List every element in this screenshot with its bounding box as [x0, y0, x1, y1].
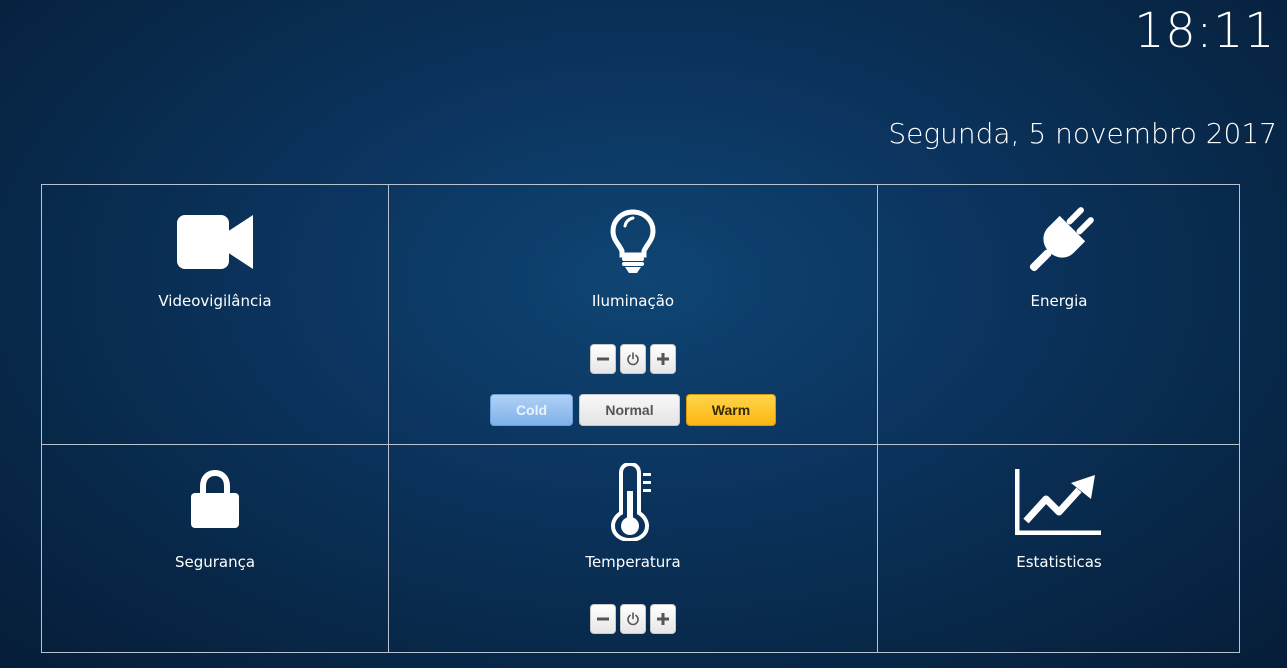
clock: 18:11 — [1134, 3, 1275, 59]
mode-cold-button[interactable]: Cold — [490, 394, 573, 426]
light-bulb-icon — [610, 209, 656, 279]
tile-temperatura[interactable]: Temperatura — [389, 445, 877, 653]
thermometer-icon — [610, 461, 656, 545]
dashboard-grid: Videovigilância Iluminação Cold Normal W… — [41, 184, 1240, 653]
power-icon — [627, 352, 639, 366]
temperature-stepper — [590, 604, 676, 634]
date-display: Segunda, 5 novembro 2017 — [888, 117, 1277, 150]
tile-label: Iluminação — [591, 292, 675, 310]
power-button[interactable] — [620, 604, 646, 634]
tile-label: Segurança — [174, 553, 256, 571]
light-mode-selector: Cold Normal Warm — [490, 394, 776, 426]
mode-normal-button[interactable]: Normal — [579, 394, 680, 426]
tile-seguranca[interactable]: Segurança — [42, 445, 388, 653]
line-chart-icon — [1014, 469, 1103, 539]
decrease-button[interactable] — [590, 604, 616, 634]
tile-estatisticas[interactable]: Estatisticas — [878, 445, 1240, 653]
increase-button[interactable] — [650, 344, 676, 374]
increase-button[interactable] — [650, 604, 676, 634]
lock-icon — [189, 469, 241, 533]
video-camera-icon — [177, 214, 253, 274]
decrease-button[interactable] — [590, 344, 616, 374]
power-icon — [627, 612, 639, 626]
tile-iluminacao[interactable]: Iluminação Cold Normal Warm — [389, 185, 877, 444]
tile-energia[interactable]: Energia — [878, 185, 1240, 444]
light-intensity-stepper — [590, 344, 676, 374]
tile-label: Temperatura — [585, 553, 681, 571]
mode-warm-button[interactable]: Warm — [686, 394, 776, 426]
tile-label: Videovigilância — [158, 292, 272, 310]
tile-label: Estatisticas — [1016, 553, 1102, 571]
power-button[interactable] — [620, 344, 646, 374]
tile-videovigilancia[interactable]: Videovigilância — [42, 185, 388, 444]
tile-label: Energia — [1030, 292, 1088, 310]
plug-icon — [1020, 203, 1098, 285]
